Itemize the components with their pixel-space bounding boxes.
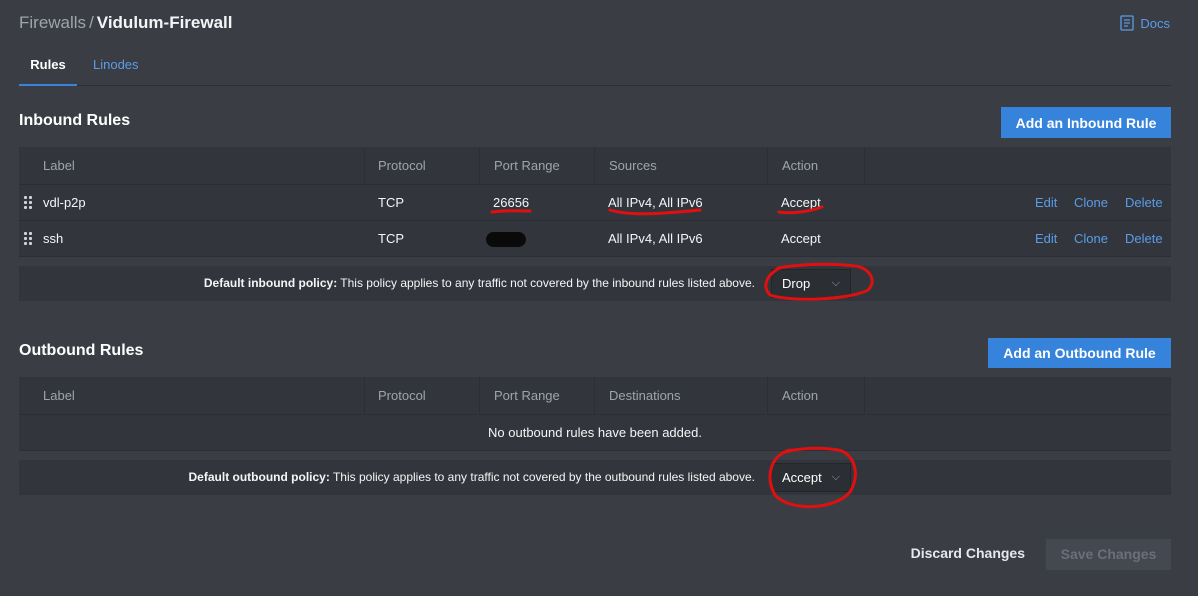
- chevron-down-icon: ⌵: [831, 277, 840, 289]
- rule-label: vdl-p2p: [43, 195, 86, 210]
- outbound-policy-select[interactable]: Accept ⌵: [771, 463, 851, 492]
- breadcrumb-separator: /: [89, 13, 94, 32]
- column-header-label: Label: [43, 158, 75, 173]
- breadcrumb: Firewalls / Vidulum-Firewall: [19, 13, 233, 33]
- edit-rule-link[interactable]: Edit: [1035, 221, 1057, 257]
- docs-link[interactable]: Docs: [1120, 15, 1170, 31]
- table-row: vdl-p2p TCP 26656 All IPv4, All IPv6 Acc…: [19, 185, 1171, 221]
- column-divider: [767, 147, 768, 185]
- rule-port-range: 26656: [493, 195, 530, 210]
- discard-changes-button[interactable]: Discard Changes: [911, 545, 1025, 561]
- outbound-rules-table: Label Protocol Port Range Destinations A…: [19, 377, 1171, 451]
- breadcrumb-parent-link[interactable]: Firewalls: [19, 13, 86, 32]
- delete-rule-link[interactable]: Delete: [1125, 221, 1163, 257]
- tab-linodes[interactable]: Linodes: [93, 57, 139, 72]
- chevron-down-icon: ⌵: [831, 471, 840, 483]
- empty-state-message: No outbound rules have been added.: [19, 415, 1171, 451]
- tab-bar: Rules Linodes: [19, 50, 1171, 86]
- inbound-table-header: Label Protocol Port Range Sources Action: [19, 147, 1171, 185]
- column-header-destinations: Destinations: [609, 388, 681, 403]
- drag-handle-icon[interactable]: [24, 196, 34, 210]
- inbound-policy-select[interactable]: Drop ⌵: [771, 269, 851, 298]
- outbound-policy-bar: Default outbound policy: This policy app…: [19, 460, 1171, 495]
- rule-sources: All IPv4, All IPv6: [608, 231, 703, 246]
- column-header-sources: Sources: [609, 158, 657, 173]
- column-divider: [364, 377, 365, 415]
- inbound-rules-table: Label Protocol Port Range Sources Action…: [19, 147, 1171, 257]
- redaction-scribble: [486, 232, 526, 247]
- add-outbound-rule-button[interactable]: Add an Outbound Rule: [988, 338, 1171, 368]
- docs-icon: [1120, 15, 1135, 31]
- column-divider: [864, 377, 865, 415]
- column-divider: [479, 147, 480, 185]
- add-inbound-rule-button[interactable]: Add an Inbound Rule: [1001, 107, 1171, 138]
- clone-rule-link[interactable]: Clone: [1074, 185, 1108, 221]
- clone-rule-link[interactable]: Clone: [1074, 221, 1108, 257]
- column-divider: [364, 147, 365, 185]
- delete-rule-link[interactable]: Delete: [1125, 185, 1163, 221]
- column-header-action: Action: [782, 158, 819, 173]
- rule-action: Accept: [781, 195, 821, 210]
- column-header-port-range: Port Range: [494, 158, 560, 173]
- docs-label: Docs: [1140, 15, 1170, 31]
- drag-handle-icon[interactable]: [24, 232, 34, 246]
- rule-sources: All IPv4, All IPv6: [608, 195, 703, 210]
- column-divider: [767, 377, 768, 415]
- inbound-policy-description: Default inbound policy: This policy appl…: [203, 276, 755, 290]
- column-divider: [594, 377, 595, 415]
- outbound-rules-title: Outbound Rules: [19, 342, 144, 359]
- column-divider: [864, 147, 865, 185]
- column-divider: [594, 147, 595, 185]
- outbound-policy-value: Accept: [782, 470, 822, 485]
- column-header-protocol: Protocol: [378, 158, 426, 173]
- column-header-port-range: Port Range: [494, 388, 560, 403]
- page-title: Vidulum-Firewall: [96, 13, 233, 32]
- inbound-rules-title: Inbound Rules: [19, 112, 131, 129]
- tab-rules[interactable]: Rules: [19, 57, 77, 86]
- column-header-action: Action: [782, 388, 819, 403]
- column-header-protocol: Protocol: [378, 388, 426, 403]
- inbound-policy-bar: Default inbound policy: This policy appl…: [19, 266, 1171, 301]
- edit-rule-link[interactable]: Edit: [1035, 185, 1057, 221]
- rule-action: Accept: [781, 231, 821, 246]
- rule-label: ssh: [43, 231, 64, 246]
- rule-protocol: TCP: [378, 231, 404, 246]
- column-divider: [479, 377, 480, 415]
- inbound-policy-value: Drop: [782, 276, 811, 291]
- outbound-policy-description: Default outbound policy: This policy app…: [188, 470, 755, 484]
- rule-protocol: TCP: [378, 195, 404, 210]
- column-header-label: Label: [43, 388, 75, 403]
- outbound-table-header: Label Protocol Port Range Destinations A…: [19, 377, 1171, 415]
- table-row: ssh TCP All IPv4, All IPv6 Accept Edit C…: [19, 221, 1171, 257]
- save-changes-button[interactable]: Save Changes: [1046, 539, 1171, 570]
